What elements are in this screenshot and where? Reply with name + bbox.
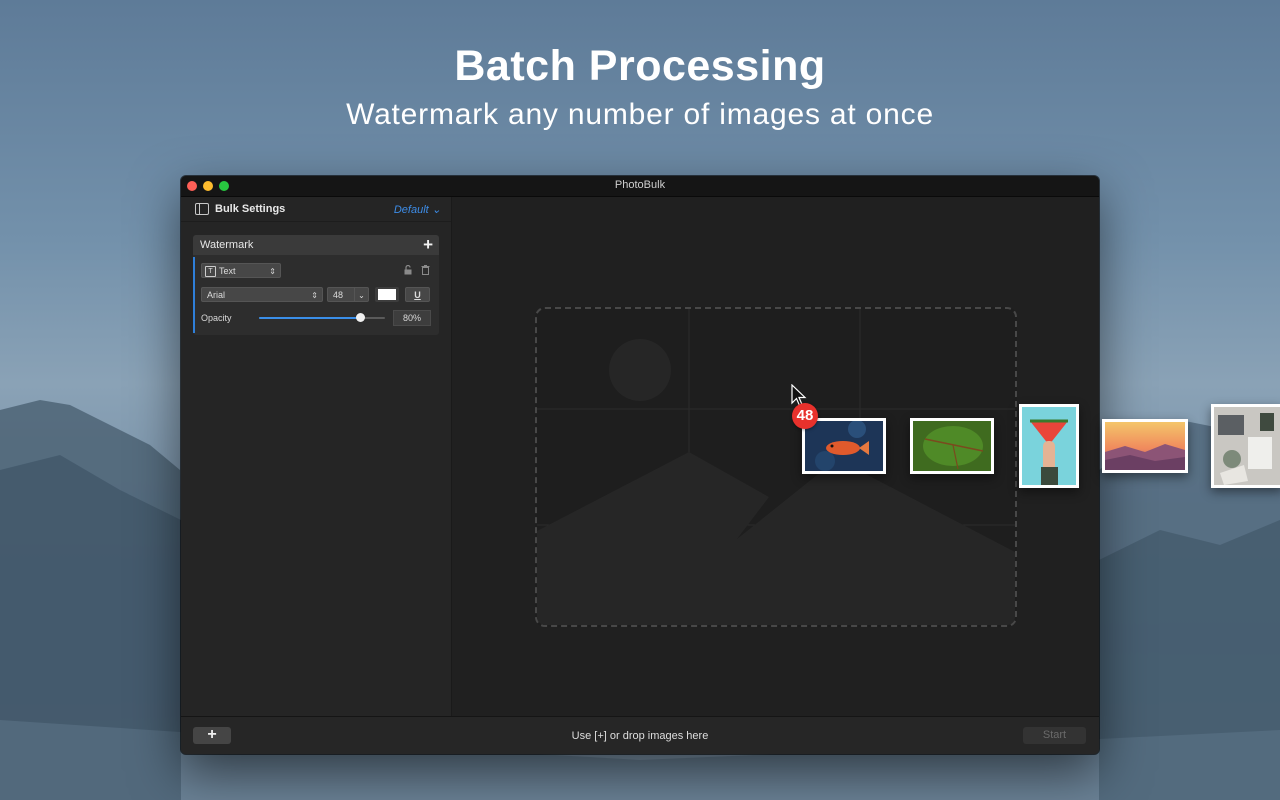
preset-dropdown[interactable]: Default ⌄: [394, 203, 441, 216]
watermark-panel-header: Watermark +: [193, 235, 439, 255]
watermelon-hand-photo: [1022, 407, 1076, 485]
title-bar[interactable]: PhotoBulk: [181, 176, 1099, 197]
sidebar: Bulk Settings Default ⌄ Watermark + T Te…: [181, 197, 452, 716]
watermark-panel-title: Watermark: [200, 239, 254, 251]
koi-fish-photo: [805, 421, 883, 471]
color-swatch: [378, 289, 396, 300]
plus-icon: +: [423, 235, 433, 254]
sidebar-toggle-icon[interactable]: [195, 203, 209, 215]
sidebar-title: Bulk Settings: [215, 203, 286, 215]
underline-label: U: [414, 290, 421, 300]
opacity-slider[interactable]: [259, 313, 385, 322]
opacity-slider-fill: [259, 317, 360, 319]
hero-title: Batch Processing: [454, 42, 826, 90]
opacity-value-field[interactable]: 80%: [393, 310, 431, 326]
opacity-slider-knob[interactable]: [355, 313, 365, 322]
font-family-select[interactable]: Arial ⇕: [201, 287, 323, 302]
watermark-type-label: Text: [219, 266, 236, 276]
image-count-badge: 48: [792, 403, 818, 429]
color-picker-button[interactable]: [375, 287, 399, 302]
text-type-icon: T: [205, 266, 216, 277]
drop-hint: Use [+] or drop images here: [571, 730, 709, 742]
dragged-image-leaf[interactable]: [910, 418, 994, 474]
dragged-image-watermelon[interactable]: [1019, 404, 1079, 488]
trash-icon[interactable]: [421, 265, 430, 278]
dragged-image-desk[interactable]: [1211, 404, 1280, 488]
lock-icon[interactable]: [404, 264, 413, 278]
green-leaf-photo: [913, 421, 991, 471]
underline-button[interactable]: U: [405, 287, 430, 302]
watermark-panel: Watermark + T Text ⇕ Arial ⇕ 48 ⌄ U Opac…: [193, 235, 439, 335]
font-size-value: 48: [333, 290, 344, 300]
add-watermark-button[interactable]: +: [423, 236, 433, 253]
font-family-label: Arial: [207, 290, 226, 300]
watermark-type-select[interactable]: T Text ⇕: [201, 263, 281, 278]
dragged-image-sunset[interactable]: [1102, 419, 1188, 473]
font-size-combo[interactable]: 48 ⌄: [327, 287, 369, 302]
footer-bar: + Use [+] or drop images here Start: [181, 716, 1099, 754]
sunset-landscape-photo: [1105, 422, 1185, 470]
hero-subtitle: Watermark any number of images at once: [346, 98, 934, 131]
sidebar-header: Bulk Settings Default ⌄: [181, 197, 451, 222]
desk-workspace-photo: [1214, 407, 1280, 485]
updown-arrows-icon: ⇕: [269, 267, 276, 276]
updown-arrows-icon: ⇕: [311, 291, 318, 300]
chevron-down-icon: ⌄: [428, 204, 441, 216]
selected-layer-indicator: [193, 257, 195, 333]
start-button[interactable]: Start: [1023, 727, 1086, 744]
preset-label: Default: [393, 204, 429, 216]
dragged-image-koi[interactable]: [802, 418, 886, 474]
drop-area[interactable]: [452, 197, 1099, 716]
chevron-down-icon[interactable]: ⌄: [354, 288, 368, 301]
opacity-label: Opacity: [201, 313, 232, 323]
window-title: PhotoBulk: [614, 179, 666, 191]
